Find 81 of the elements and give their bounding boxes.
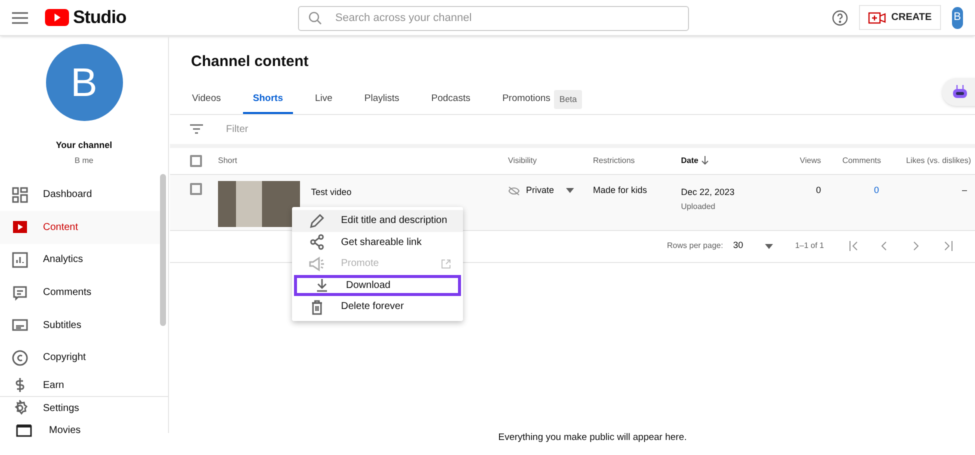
comments-count[interactable]: 0 bbox=[874, 184, 879, 198]
nav-item[interactable]: Dashboard bbox=[0, 178, 160, 212]
copyright-icon bbox=[12, 350, 28, 366]
column-header: Visibility bbox=[508, 154, 537, 166]
megaphone-icon bbox=[309, 256, 325, 272]
first-page-icon[interactable] bbox=[849, 241, 859, 251]
column-header: Short bbox=[218, 154, 238, 166]
download-icon bbox=[314, 277, 330, 294]
previous-page-icon[interactable] bbox=[881, 241, 887, 251]
date-status: Uploaded bbox=[681, 201, 716, 213]
last-page-icon[interactable] bbox=[943, 241, 953, 251]
column-header: Likes (vs. dislikes) bbox=[906, 154, 971, 166]
date-value: Dec 22, 2023 bbox=[681, 186, 736, 198]
tab[interactable]: Playlists bbox=[364, 92, 400, 107]
menu-item[interactable]: Get shareable link bbox=[292, 232, 463, 253]
nav-item[interactable]: Content bbox=[0, 211, 160, 244]
play-icon bbox=[12, 219, 28, 236]
settings-icon bbox=[12, 400, 28, 416]
comment-icon bbox=[12, 284, 28, 301]
menu-icon[interactable] bbox=[12, 12, 28, 24]
account-avatar[interactable]: B bbox=[952, 6, 963, 28]
trash-icon bbox=[309, 298, 325, 315]
menu-item[interactable]: Edit title and description bbox=[292, 210, 463, 232]
filter-field[interactable]: Filter bbox=[226, 122, 426, 136]
video-thumbnail[interactable] bbox=[218, 180, 300, 226]
tab[interactable]: Podcasts bbox=[431, 92, 470, 107]
bar-chart-icon bbox=[12, 252, 28, 268]
filter-icon[interactable] bbox=[190, 124, 203, 134]
views-count: 0 bbox=[816, 184, 821, 197]
sort-arrow-icon bbox=[701, 156, 710, 165]
select-all-checkbox[interactable] bbox=[190, 154, 202, 166]
scrollbar[interactable] bbox=[160, 174, 166, 326]
nav-item[interactable]: Copyright bbox=[0, 341, 160, 374]
search-field[interactable]: Search across your channel bbox=[298, 6, 690, 30]
page-range: 1–1 of 1 bbox=[795, 240, 824, 252]
nav-item[interactable]: Comments bbox=[0, 276, 160, 309]
assistant-button[interactable] bbox=[942, 78, 975, 106]
empty-message: Everything you make public will appear here. bbox=[498, 430, 687, 445]
share-icon bbox=[309, 234, 325, 250]
column-header: Views bbox=[800, 154, 821, 166]
eye-off-icon bbox=[508, 186, 520, 196]
logo-text: Studio bbox=[73, 6, 126, 29]
nav-item[interactable]: Settings bbox=[0, 397, 168, 420]
menu-item[interactable]: Delete forever bbox=[292, 296, 463, 318]
channel-title: Your channel bbox=[56, 139, 112, 152]
row-checkbox[interactable] bbox=[190, 182, 202, 194]
camera-plus-icon bbox=[868, 12, 886, 24]
subtitles-icon bbox=[12, 317, 28, 334]
robot-icon bbox=[952, 85, 968, 99]
create-button[interactable]: CREATE bbox=[859, 5, 941, 30]
menu-item[interactable]: Download bbox=[294, 274, 461, 296]
channel-avatar[interactable]: B bbox=[46, 44, 122, 121]
tab[interactable]: Videos bbox=[192, 92, 221, 107]
grid-icon bbox=[12, 186, 28, 203]
tab[interactable]: Live bbox=[314, 92, 332, 107]
column-header[interactable]: Date bbox=[681, 154, 698, 166]
nav-item[interactable]: Earn bbox=[0, 374, 160, 396]
visibility-value[interactable]: Private bbox=[526, 184, 554, 198]
column-header: Comments bbox=[842, 154, 881, 166]
rows-per-page-label: Rows per page: bbox=[667, 240, 724, 252]
column-header: Restrictions bbox=[593, 154, 635, 166]
tab[interactable]: Promotions bbox=[502, 92, 550, 107]
beta-badge: Beta bbox=[554, 90, 582, 109]
search-icon bbox=[308, 11, 322, 25]
page-title: Channel content bbox=[191, 52, 310, 72]
next-page-icon[interactable] bbox=[913, 241, 919, 251]
rows-per-page-value[interactable]: 30 bbox=[733, 239, 744, 253]
nav-item[interactable]: Analytics bbox=[0, 244, 160, 276]
clapperboard-icon bbox=[16, 423, 32, 438]
logo-icon bbox=[45, 9, 69, 26]
help-icon[interactable] bbox=[832, 10, 848, 26]
restrictions-value: Made for kids bbox=[593, 184, 648, 197]
nav-item[interactable]: Subtitles bbox=[0, 308, 160, 342]
nav-item[interactable]: Movies bbox=[0, 419, 168, 442]
dropdown-caret-icon[interactable] bbox=[765, 244, 774, 248]
likes-value: – bbox=[962, 184, 967, 197]
channel-name: B me bbox=[74, 154, 94, 166]
pencil-icon bbox=[309, 212, 325, 229]
tab[interactable]: Shorts bbox=[252, 92, 283, 107]
dropdown-caret-icon[interactable] bbox=[566, 188, 574, 193]
external-link-icon bbox=[441, 258, 451, 269]
